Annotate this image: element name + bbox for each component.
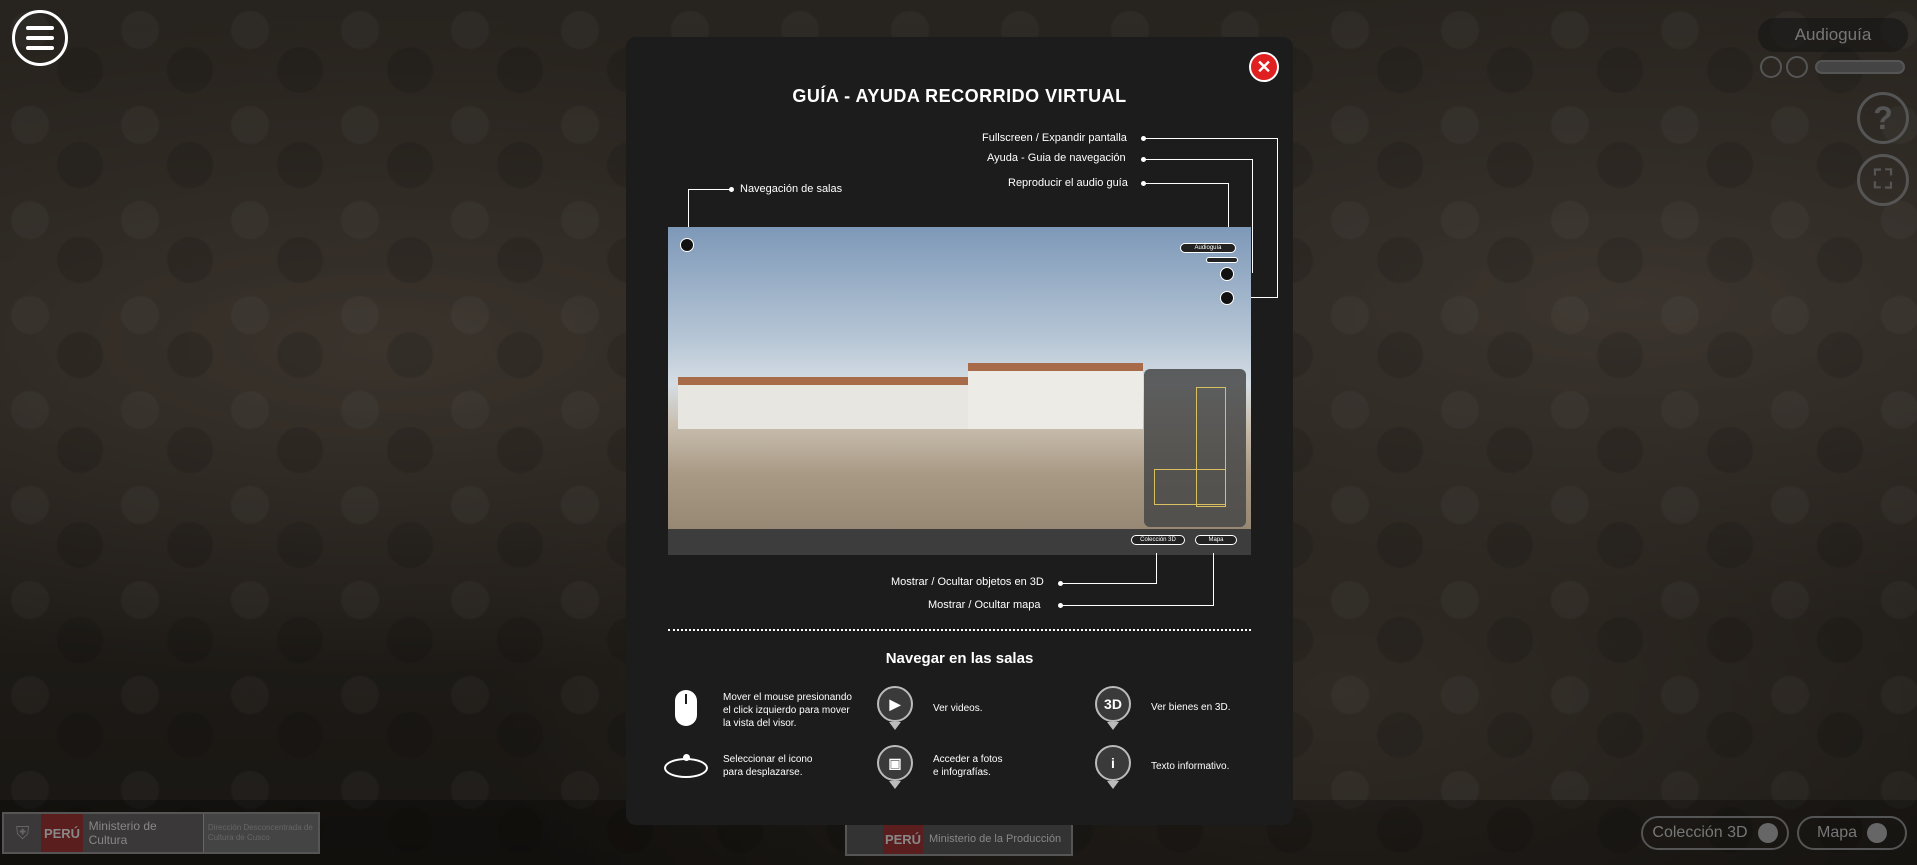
fullscreen-button[interactable]: ⛶ — [1857, 154, 1909, 206]
cube-icon — [1757, 823, 1778, 843]
menu-icon — [26, 26, 54, 30]
help-button[interactable]: ? — [1857, 92, 1909, 144]
tour-preview-image: Audioguía Colección 3D Mapa — [668, 227, 1251, 555]
callout-help: Ayuda - Guia de navegación — [987, 152, 1126, 164]
help-photos-text: Acceder a fotos e infografías. — [933, 754, 1003, 778]
3d-pin-icon: 3D — [1095, 686, 1131, 730]
callout-rooms-nav: Navegación de salas — [740, 183, 843, 195]
callout-toggle-3d: Mostrar / Ocultar objetos en 3D — [891, 576, 1044, 588]
map-pin-icon — [1867, 823, 1888, 843]
preview-help-icon — [1220, 267, 1234, 281]
modal-title: GUÍA - AYUDA RECORRIDO VIRTUAL — [792, 86, 1127, 106]
ministerio-cultura-logo: ⛨ PERÚ Ministerio de Cultura Dirección D… — [2, 812, 320, 854]
mapa-button[interactable]: Mapa — [1797, 816, 1907, 850]
audioguide-label: Audioguía — [1758, 18, 1908, 52]
info-pin-icon: i — [1095, 745, 1131, 789]
help-info-text: Texto informativo. — [1151, 761, 1230, 772]
navigation-ring-icon — [664, 754, 708, 778]
preview-menu-icon — [680, 238, 694, 252]
coleccion-3d-button[interactable]: Colección 3D — [1641, 816, 1789, 850]
preview-minimap — [1144, 369, 1246, 527]
preview-audio-pill: Audioguía — [1180, 243, 1236, 253]
preview-fullscreen-icon — [1220, 291, 1234, 305]
callout-toggle-map: Mostrar / Ocultar mapa — [928, 599, 1041, 611]
callout-fullscreen: Fullscreen / Expandir pantalla — [982, 132, 1127, 144]
play-icon[interactable] — [1760, 56, 1782, 78]
help-videos-text: Ver videos. — [933, 703, 983, 714]
section-title: Navegar en las salas — [885, 650, 1034, 667]
callout-audio: Reproducir el audio guía — [1008, 177, 1128, 189]
audio-progress-bar[interactable] — [1815, 60, 1905, 74]
preview-mapa-pill: Mapa — [1195, 535, 1237, 545]
video-pin-icon: ▶ — [877, 686, 913, 730]
preview-coleccion-pill: Colección 3D — [1131, 535, 1185, 545]
help-mouse-text: Mover el mouse presionando el click izqu… — [723, 692, 852, 729]
photo-pin-icon: ▣ — [877, 745, 913, 789]
peru-shield-icon: ⛨ — [15, 822, 30, 843]
close-icon[interactable]: ✕ — [1249, 52, 1279, 82]
help-select-text: Seleccionar el icono para desplazarse. — [723, 754, 813, 778]
ministerio-produccion-logo: PERÚ Ministerio de la Producción — [845, 822, 1073, 856]
help-3d-text: Ver bienes en 3D. — [1151, 702, 1231, 713]
hamburger-menu-button[interactable] — [12, 10, 68, 66]
dotted-divider — [668, 629, 1251, 631]
stop-icon[interactable] — [1786, 56, 1808, 78]
mouse-icon — [675, 690, 697, 726]
